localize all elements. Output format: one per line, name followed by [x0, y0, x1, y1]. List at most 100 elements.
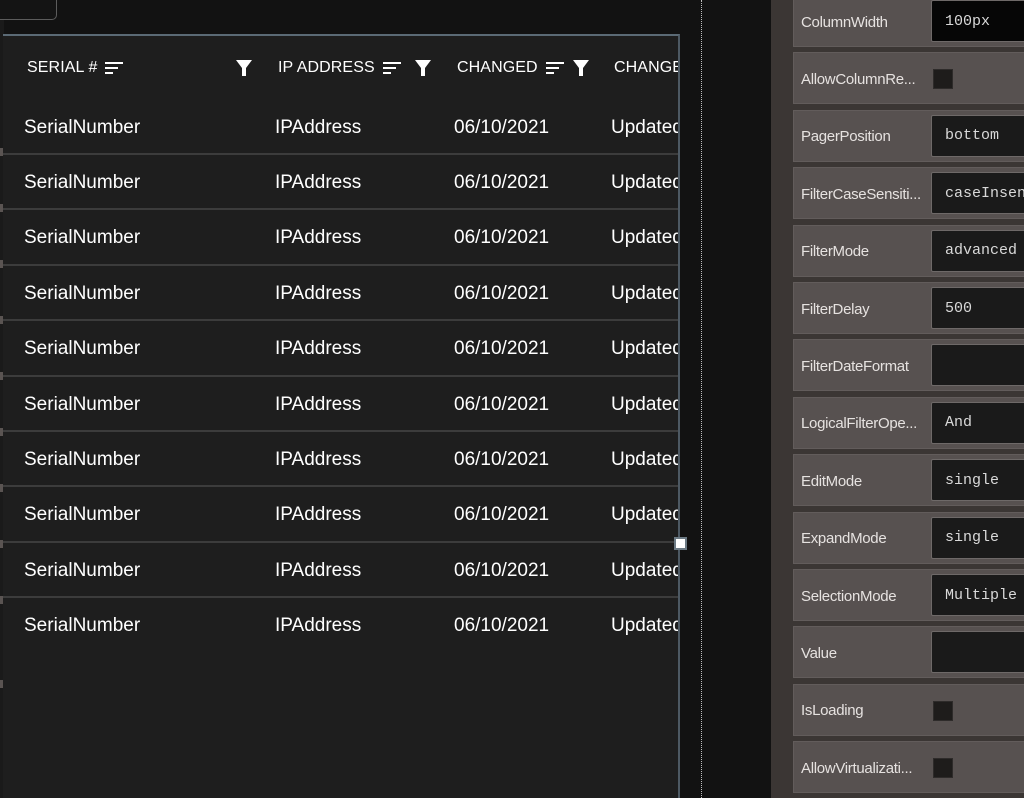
- property-input[interactable]: [931, 631, 1024, 674]
- ip-address-cell: IPAddress: [275, 393, 362, 415]
- ip-address-cell: IPAddress: [275, 448, 362, 470]
- property-label: AllowVirtualizati...: [801, 759, 913, 777]
- table-row[interactable]: SerialNumber IPAddress 06/10/2021 Updated: [3, 211, 678, 266]
- property-label: FilterMode: [801, 243, 869, 261]
- property-label: PagerPosition: [801, 128, 891, 146]
- filter-icon: [235, 59, 253, 77]
- change-cell: Updated: [611, 338, 680, 360]
- changed-date-cell: 06/10/2021: [454, 615, 550, 637]
- column-header-change[interactable]: CHANGE: [614, 36, 680, 100]
- property-row: SelectionMode Multiple: [793, 569, 1024, 621]
- property-panel: ColumnWidth 100px AllowColumnRe... PagerPos…: [771, 0, 1024, 798]
- serial-number-cell: SerialNumber: [24, 393, 141, 415]
- ip-address-cell: IPAddress: [275, 116, 362, 138]
- data-grid: SERIAL # IP ADDRESS CHANGED CHANGE Seria…: [3, 34, 680, 798]
- column-header-ip-address[interactable]: IP ADDRESS: [278, 36, 401, 100]
- property-row: FilterMode advanced: [793, 224, 1024, 277]
- serial-number-cell: SerialNumber: [24, 559, 141, 581]
- property-row: LogicalFilterOpe... And: [793, 396, 1024, 449]
- column-header-changed[interactable]: CHANGED: [457, 36, 564, 100]
- change-cell: Updated: [611, 227, 680, 249]
- table-row[interactable]: SerialNumber IPAddress 06/10/2021 Updated: [3, 488, 678, 543]
- changed-date-cell: 06/10/2021: [454, 116, 550, 138]
- serial-number-cell: SerialNumber: [24, 282, 141, 304]
- property-label: AllowColumnRe...: [801, 70, 916, 88]
- ip-address-cell: IPAddress: [275, 338, 362, 360]
- column-header-label: SERIAL #: [27, 59, 98, 76]
- property-row: FilterDateFormat: [793, 339, 1024, 392]
- property-label: FilterDateFormat: [801, 357, 909, 375]
- ip-address-cell: IPAddress: [275, 282, 362, 304]
- changed-date-cell: 06/10/2021: [454, 171, 550, 193]
- property-input[interactable]: caseInsensitive: [931, 172, 1024, 215]
- column-header-serial[interactable]: SERIAL #: [27, 36, 124, 100]
- table-row[interactable]: SerialNumber IPAddress 06/10/2021 Updated: [3, 266, 680, 322]
- property-row: AllowColumnRe...: [793, 52, 1024, 105]
- table-row[interactable]: SerialNumber IPAddress 06/10/2021 Updated: [3, 322, 678, 377]
- changed-date-cell: 06/10/2021: [454, 448, 550, 470]
- table-row[interactable]: SerialNumber IPAddress 06/10/2021 Updated: [3, 543, 680, 599]
- change-cell: Updated: [611, 171, 680, 193]
- column-header-label: CHANGE: [614, 59, 680, 76]
- change-cell: Updated: [611, 393, 680, 415]
- table-row[interactable]: SerialNumber IPAddress 06/10/2021 Updated: [3, 599, 678, 654]
- column-header-label: CHANGED: [457, 59, 538, 76]
- property-row: ColumnWidth 100px: [793, 0, 1024, 47]
- property-row: ExpandMode single: [793, 511, 1024, 564]
- property-label: ColumnWidth: [801, 13, 888, 31]
- sort-icon[interactable]: [382, 61, 401, 75]
- splitter[interactable]: [701, 0, 703, 798]
- property-input[interactable]: single: [931, 516, 1024, 559]
- property-input[interactable]: 100px: [931, 0, 1024, 42]
- filter-icon: [572, 59, 590, 77]
- property-checkbox[interactable]: [933, 69, 953, 90]
- property-input[interactable]: 500: [931, 287, 1024, 329]
- grid-header: SERIAL # IP ADDRESS CHANGED CHANGE: [3, 36, 678, 100]
- property-input[interactable]: [931, 344, 1024, 387]
- changed-date-cell: 06/10/2021: [454, 227, 550, 249]
- serial-number-cell: SerialNumber: [24, 116, 141, 138]
- change-cell: Updated: [611, 448, 680, 470]
- filter-button-ip-address[interactable]: [414, 36, 432, 100]
- filter-icon: [414, 59, 432, 77]
- property-row: EditMode single: [793, 454, 1024, 507]
- property-checkbox[interactable]: [933, 700, 953, 721]
- property-label: SelectionMode: [801, 587, 897, 605]
- toolbar-button[interactable]: [0, 0, 57, 20]
- ip-address-cell: IPAddress: [275, 227, 362, 249]
- property-input[interactable]: advanced: [931, 229, 1024, 272]
- table-row[interactable]: SerialNumber IPAddress 06/10/2021 Updated: [3, 377, 678, 432]
- serial-number-cell: SerialNumber: [24, 448, 141, 470]
- table-row[interactable]: SerialNumber IPAddress 06/10/2021 Updated: [3, 432, 680, 488]
- ip-address-cell: IPAddress: [275, 615, 362, 637]
- change-cell: Updated: [611, 615, 680, 637]
- property-checkbox[interactable]: [933, 758, 953, 779]
- serial-number-cell: SerialNumber: [24, 615, 141, 637]
- changed-date-cell: 06/10/2021: [454, 282, 550, 304]
- column-header-label: IP ADDRESS: [278, 59, 375, 76]
- property-label: LogicalFilterOpe...: [801, 415, 918, 433]
- ip-address-cell: IPAddress: [275, 559, 362, 581]
- table-row[interactable]: SerialNumber IPAddress 06/10/2021 Updated: [3, 155, 680, 211]
- resize-handle[interactable]: [674, 537, 687, 550]
- change-cell: Updated: [611, 282, 680, 304]
- changed-date-cell: 06/10/2021: [454, 504, 550, 526]
- property-input[interactable]: Multiple: [931, 574, 1024, 616]
- change-cell: Updated: [611, 504, 680, 526]
- table-row[interactable]: SerialNumber IPAddress 06/10/2021 Updated: [3, 100, 678, 155]
- property-label: ExpandMode: [801, 530, 887, 548]
- change-cell: Updated: [611, 116, 680, 138]
- sort-icon[interactable]: [545, 61, 564, 75]
- property-input[interactable]: And: [931, 401, 1024, 444]
- change-cell: Updated: [611, 559, 680, 581]
- changed-date-cell: 06/10/2021: [454, 559, 550, 581]
- sort-icon[interactable]: [105, 61, 124, 75]
- property-input[interactable]: single: [931, 459, 1024, 502]
- property-row: FilterCaseSensiti... caseInsensitive: [793, 167, 1024, 220]
- property-label: Value: [801, 644, 837, 662]
- property-row: PagerPosition bottom: [793, 109, 1024, 162]
- filter-button-changed[interactable]: [572, 36, 590, 100]
- property-label: FilterDelay: [801, 300, 870, 318]
- filter-button-serial[interactable]: [235, 36, 253, 100]
- property-input[interactable]: bottom: [931, 114, 1024, 157]
